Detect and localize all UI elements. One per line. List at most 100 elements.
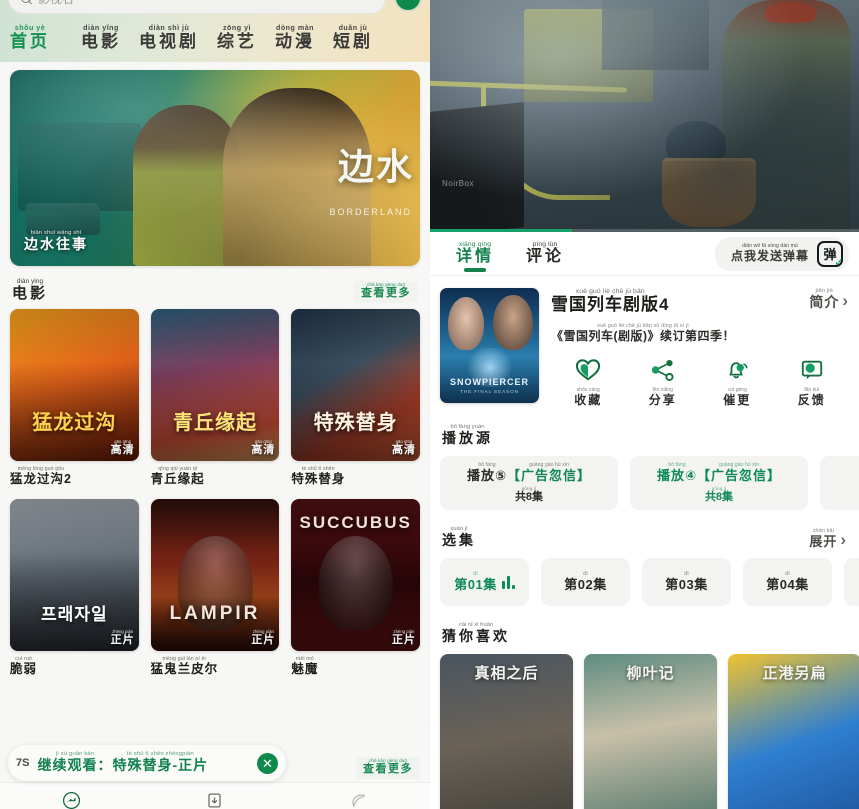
avatar[interactable]	[394, 0, 422, 12]
hero-banner[interactable]: 边水 BORDERLAND 边水往事biān shuǐ wǎng shì	[10, 70, 420, 266]
bell-icon	[729, 362, 748, 379]
favorite-label: 收藏shōu cáng	[574, 387, 603, 407]
recommend-card[interactable]: 正港另扁 8月22日 全6集	[728, 654, 859, 809]
remind-update-button[interactable]: 催更cuī gèng	[700, 358, 775, 408]
tab-anime[interactable]: 动漫dòng màn	[266, 24, 324, 52]
movie-poster[interactable]: LAMPIR 正片zhèng piàn	[150, 499, 280, 651]
expand-episodes-button[interactable]: 展开zhǎn kāi ›	[809, 528, 847, 550]
tab-tv-series[interactable]: 电视剧diàn shì jù	[130, 24, 208, 52]
chevron-right-icon: ›	[840, 529, 847, 549]
player-progress-bar[interactable]	[430, 229, 859, 232]
hero-art-title: 边水	[337, 146, 414, 188]
movie-card[interactable]: 青丘缘起 高清gāo qīng 青丘缘起qīng qiū yuán qǐ	[150, 309, 280, 487]
danmu-toggle-icon[interactable]: 弹	[817, 240, 844, 269]
episode-label: 第01集dì	[454, 571, 497, 592]
continue-watching-text: 继续观看：jì xù guān kàn特殊替身-正片tè shū tì shēn…	[37, 751, 209, 773]
now-playing-icon	[501, 575, 515, 589]
poster-art-title: LAMPIR	[169, 603, 261, 624]
danmu-input-button[interactable]: 点我发送弹幕diǎn wǒ fā sòng dàn mù 弹	[714, 236, 849, 271]
section-title: 电影diàn yǐng	[12, 278, 49, 302]
recommend-section-header: 猜你喜欢cāi nǐ xǐ huān	[430, 606, 859, 654]
share-icon	[651, 359, 674, 381]
source-card[interactable]: 播放⑤bō fàng【广告忽信】guǎng gào hū xìn 共8集gòng…	[440, 456, 618, 510]
detail-summary: SNOWPIERCER THE FINAL SEASON 雪国列车剧版4xuě …	[430, 276, 859, 408]
movie-card[interactable]: 特殊替身 高清gāo qīng 特殊替身tè shū tì shēn	[291, 309, 420, 487]
feedback-label: 反馈fǎn kuì	[797, 387, 826, 407]
action-bar: 收藏shōu cáng 分享fēn xiǎng 催更cuī gèng 反馈fǎn…	[551, 358, 849, 408]
movie-card[interactable]: 프래자일 正片zhèng piàn 脆弱cuì ruò	[10, 499, 139, 677]
poster-art-face-left	[447, 297, 484, 351]
feedback-button[interactable]: 反馈fǎn kuì	[775, 358, 850, 408]
recommend-poster[interactable]: 正港另扁 8月22日 全6集	[728, 654, 859, 809]
movie-poster[interactable]: SUCCUBUS 正片zhèng piàn	[291, 499, 420, 651]
movie-card[interactable]: 猛龙过沟 高清gāo qīng 猛龙过沟2měng lóng guò gōu	[10, 309, 139, 487]
poster-art-title: 特殊替身	[313, 412, 398, 434]
view-more-button[interactable]: 查看更多chá kàn gèng duō	[354, 281, 418, 303]
source-name: 播放⑤bō fàng【广告忽信】guǎng gào hū xìn	[466, 462, 592, 483]
movie-title: 猛鬼兰皮尔měng guǐ lán pí ěr	[150, 656, 219, 676]
home-scroll-area[interactable]: 边水 BORDERLAND 边水往事biān shuǐ wǎng shì 电影d…	[0, 62, 430, 809]
tab-movies[interactable]: 电影diàn yǐng	[72, 24, 130, 52]
episode-card[interactable]: 第04集dì	[743, 558, 832, 606]
movie-poster[interactable]: 猛龙过沟 高清gāo qīng	[10, 309, 139, 461]
tab-variety[interactable]: 综艺zōng yì	[208, 24, 266, 52]
source-section-title: 播放源bō fàng yuán	[442, 424, 493, 446]
episode-list[interactable]: 第01集dì 第02集dì 第03集dì 第04集dì	[430, 558, 859, 606]
movie-title: 猛龙过沟2měng lóng guò gōu	[10, 466, 72, 486]
share-button[interactable]: 分享fēn xiǎng	[626, 358, 701, 408]
close-icon[interactable]: ✕	[257, 752, 278, 774]
movie-title: 特殊替身tè shū tì shēn	[291, 466, 346, 486]
nav-item-download[interactable]	[205, 791, 224, 809]
movie-poster[interactable]: 特殊替身 高清gāo qīng	[291, 309, 420, 461]
quality-badge: 高清gāo qīng	[251, 439, 276, 456]
source-card-selected[interactable]: 播放④bō fàng【广告忽信】guǎng gào hū xìn 共8集gòng…	[630, 456, 808, 510]
nav-item-profile[interactable]	[349, 791, 368, 809]
quality-badge: 高清gāo qīng	[392, 439, 416, 456]
source-list[interactable]: 播放⑤bō fàng【广告忽信】guǎng gào hū xìn 共8集gòng…	[430, 456, 859, 510]
movie-card[interactable]: SUCCUBUS 正片zhèng piàn 魅魔mèi mó	[291, 499, 420, 677]
episode-card-playing[interactable]: 第01集dì	[440, 558, 529, 606]
episode-section-title: 选集xuǎn jí	[442, 526, 476, 548]
recommend-poster[interactable]: 柳叶记 每周三四更新2集 8月12日 更新至22集	[584, 654, 717, 809]
leaf-icon	[352, 794, 365, 808]
quality-badge: 正片zhèng piàn	[392, 629, 416, 646]
recommend-card[interactable]: 真相之后 悬疑短剧会员抢先看 8月17日 全12集	[440, 654, 573, 809]
episode-card[interactable]: 第02集dì	[541, 558, 630, 606]
share-label: 分享fēn xiǎng	[648, 387, 677, 407]
source-episode-count: 共8集gòng jí	[514, 486, 544, 503]
video-player[interactable]: NoirBox	[430, 0, 859, 232]
tab-detail[interactable]: 详情xiáng qíng	[440, 241, 510, 266]
source-card[interactable]: 播放③bō fàng	[820, 456, 859, 510]
detail-poster[interactable]: SNOWPIERCER THE FINAL SEASON	[440, 288, 539, 403]
continue-watching-toast[interactable]: 7S 继续观看：jì xù guān kàn特殊替身-正片tè shū tì s…	[8, 745, 286, 781]
home-icon	[63, 791, 81, 809]
quality-badge: 正片zhèng piàn	[251, 629, 276, 646]
tab-short-drama[interactable]: 短剧duǎn jù	[324, 24, 382, 52]
detail-title-row: 雪国列车剧版4xuě guó liè chē jù bǎn 简介jiǎn jiè…	[551, 288, 849, 315]
movie-poster[interactable]: 青丘缘起 高清gāo qīng	[150, 309, 280, 461]
remind-update-label: 催更cuī gèng	[723, 387, 752, 407]
search-input[interactable]: 影视名	[8, 0, 386, 14]
movie-poster[interactable]: 프래자일 正片zhèng piàn	[10, 499, 139, 651]
nav-item-home[interactable]	[62, 791, 81, 809]
search-row: 影视名	[0, 0, 430, 18]
bottom-navigation	[0, 782, 430, 809]
movie-card[interactable]: LAMPIR 正片zhèng piàn 猛鬼兰皮尔měng guǐ lán pí…	[150, 499, 280, 677]
recommend-poster[interactable]: 真相之后 悬疑短剧会员抢先看 8月17日 全12集	[440, 654, 573, 809]
episode-label: 第02集dì	[564, 571, 607, 592]
search-placeholder: 影视名	[38, 0, 74, 7]
episode-label: 第04集dì	[766, 571, 809, 592]
bottom-view-more-button[interactable]: 查看更多chá kàn gèng duō	[356, 757, 420, 779]
countdown-label: 7S	[16, 757, 30, 769]
favorite-button[interactable]: 收藏shōu cáng	[551, 358, 626, 408]
tab-home[interactable]: 首页shǒu yè	[8, 24, 72, 52]
intro-link[interactable]: 简介jiǎn jiè ›	[801, 288, 849, 312]
episode-card[interactable]: 第03集dì	[642, 558, 731, 606]
chevron-right-icon: ›	[842, 290, 849, 310]
recommend-list[interactable]: 真相之后 悬疑短剧会员抢先看 8月17日 全12集 柳叶记 每周三四更新2集 8…	[430, 654, 859, 809]
feedback-icon	[801, 360, 822, 380]
tab-comments[interactable]: 评论píng lùn	[510, 241, 580, 266]
episode-card[interactable]: 第05集dì	[844, 558, 859, 606]
player-art-fog	[430, 0, 859, 232]
recommend-card[interactable]: 柳叶记 每周三四更新2集 8月12日 更新至22集	[584, 654, 717, 809]
